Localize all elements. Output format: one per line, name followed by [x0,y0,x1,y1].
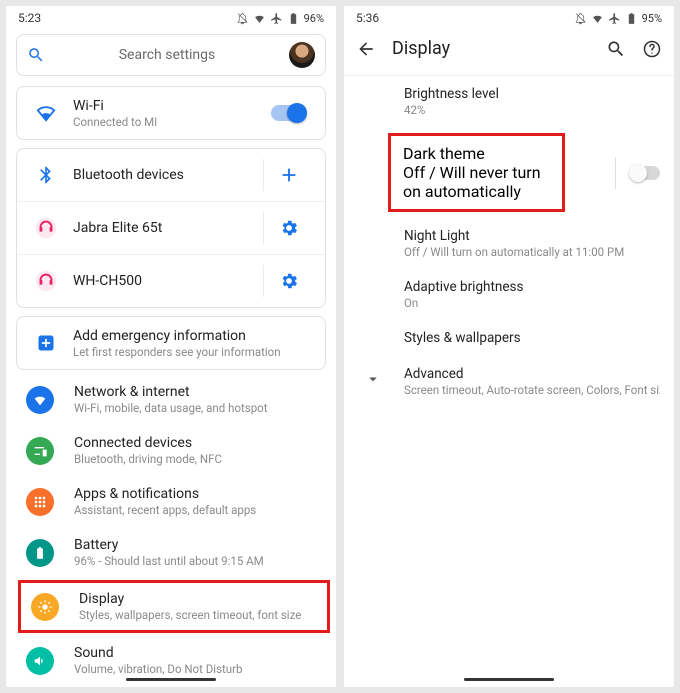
display-sub: Styles, wallpapers, screen timeout, font… [79,608,323,622]
connected-sub: Bluetooth, driving mode, NFC [74,452,328,466]
entry-display[interactable]: DisplayStyles, wallpapers, screen timeou… [18,580,330,633]
settings-list: Network & internetWi-Fi, mobile, data us… [6,374,336,686]
airplane-icon [608,12,621,25]
wifi-title: Wi-Fi [73,98,263,114]
emergency-card[interactable]: Add emergency information Let first resp… [16,316,326,370]
nav-pill[interactable] [464,678,554,681]
battery-pct: 96% [304,12,324,25]
apps-title: Apps & notifications [74,486,328,502]
plus-icon[interactable] [278,164,300,186]
connected-title: Connected devices [74,435,328,451]
wifi-icon [253,12,266,25]
entry-battery[interactable]: Battery96% - Should last until about 9:1… [12,527,336,578]
bt2-title: WH-CH500 [73,273,263,289]
wifi-icon [32,392,48,408]
entry-apps[interactable]: Apps & notificationsAssistant, recent ap… [12,476,336,527]
gear-icon[interactable] [279,271,299,291]
advanced-title: Advanced [404,366,660,382]
bt1-title: Jabra Elite 65t [73,220,263,236]
brightness-sub: 42% [404,103,660,117]
wifi-card: Wi-Fi Connected to MI [16,86,326,140]
adaptive-sub: On [404,296,660,310]
entry-network[interactable]: Network & internetWi-Fi, mobile, data us… [12,374,336,425]
battery-icon [625,12,638,25]
sound-icon [33,654,47,668]
airplane-icon [270,12,283,25]
headphones-icon [35,217,57,239]
bt-device-1[interactable]: Jabra Elite 65t [17,201,325,254]
entry-connected[interactable]: Connected devicesBluetooth, driving mode… [12,425,336,476]
advanced-item[interactable]: Advanced Screen timeout, Auto-rotate scr… [344,356,674,407]
battery-icon [33,546,47,560]
apps-sub: Assistant, recent apps, default apps [74,503,328,517]
bluetooth-row[interactable]: Bluetooth devices [17,149,325,201]
header-title: Display [392,38,590,59]
dark-theme-item[interactable]: Dark theme Off / Will never turn on auto… [388,133,565,212]
brightness-icon [37,599,53,615]
status-icons: 95% [574,12,662,25]
styles-title: Styles & wallpapers [404,330,660,346]
network-title: Network & internet [74,384,328,400]
search-icon [27,46,45,64]
wifi-sub: Connected to MI [73,115,263,129]
emergency-title: Add emergency information [73,328,313,344]
dnd-icon [236,12,249,25]
dark-toggle[interactable] [630,166,660,180]
clock: 5:36 [356,11,379,25]
nav-pill[interactable] [126,678,216,681]
search-placeholder: Search settings [45,47,289,63]
dark-title: Dark theme [403,144,550,163]
help-icon[interactable] [642,39,662,59]
search-settings[interactable]: Search settings [16,34,326,76]
bluetooth-title: Bluetooth devices [73,167,263,183]
adaptive-item[interactable]: Adaptive brightness On [344,269,674,320]
plus-square-icon [36,333,56,353]
bluetooth-card: Bluetooth devices Jabra Elite 65t WH-CH5… [16,148,326,308]
brightness-title: Brightness level [404,86,660,102]
night-title: Night Light [404,228,660,244]
display-title: Display [79,591,323,607]
network-sub: Wi-Fi, mobile, data usage, and hotspot [74,401,328,415]
battery-sub: 96% - Should last until about 9:15 AM [74,554,328,568]
status-bar: 5:36 95% [344,6,674,28]
advanced-sub: Screen timeout, Auto-rotate screen, Colo… [404,383,660,397]
headphones-icon [35,270,57,292]
back-icon[interactable] [356,39,376,59]
display-header: Display [344,28,674,69]
status-icons: 96% [236,12,324,25]
display-settings-screen: 5:36 95% Display Brightness level 42% Da… [344,6,674,687]
dark-sub: Off / Will never turn on automatically [403,163,550,201]
sound-title: Sound [74,645,328,661]
adaptive-title: Adaptive brightness [404,279,660,295]
bt-device-2[interactable]: WH-CH500 [17,254,325,307]
battery-pct: 95% [642,12,662,25]
dnd-icon [574,12,587,25]
emergency-sub: Let first responders see your informatio… [73,345,313,359]
devices-icon [32,443,48,459]
gear-icon[interactable] [279,218,299,238]
night-light-item[interactable]: Night Light Off / Will turn on automatic… [344,218,674,269]
avatar[interactable] [289,42,315,68]
styles-item[interactable]: Styles & wallpapers [344,320,674,356]
night-sub: Off / Will turn on automatically at 11:0… [404,245,660,259]
wifi-row[interactable]: Wi-Fi Connected to MI [17,87,325,139]
sound-sub: Volume, vibration, Do Not Disturb [74,662,328,676]
search-icon[interactable] [606,39,626,59]
battery-icon [287,12,300,25]
chevron-down-icon [364,370,382,388]
wifi-icon [35,102,57,124]
clock: 5:23 [18,11,41,25]
bluetooth-icon [36,165,56,185]
status-bar: 5:23 96% [6,6,336,28]
wifi-toggle[interactable] [271,105,305,121]
settings-home-screen: 5:23 96% Search settings Wi-Fi Connected… [6,6,336,687]
wifi-icon [591,12,604,25]
battery-title: Battery [74,537,328,553]
brightness-item[interactable]: Brightness level 42% [344,76,674,127]
apps-icon [32,494,48,510]
